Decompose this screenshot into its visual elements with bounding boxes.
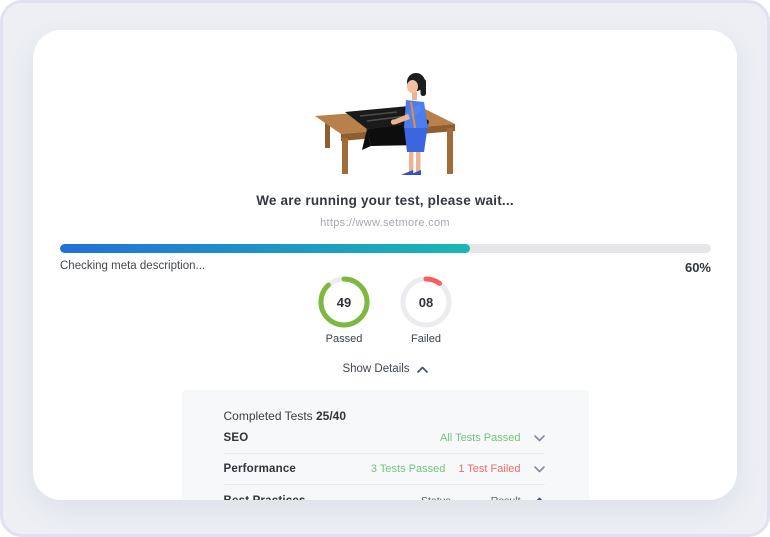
test-row-best-practices[interactable]: Best Practices Status Result	[224, 485, 545, 500]
chevron-down-icon[interactable]	[534, 435, 545, 442]
failed-label: Failed	[411, 333, 441, 345]
details-panel: Completed Tests 25/40 SEO All Tests Pass…	[182, 390, 589, 500]
failed-count: 08	[400, 276, 452, 328]
passed-count: 49	[318, 276, 370, 328]
show-details-label: Show Details	[342, 363, 409, 375]
page-title: We are running your test, please wait...	[33, 193, 737, 208]
main-card: We are running your test, please wait...…	[33, 30, 737, 500]
gauge-passed: 49 Passed	[313, 276, 375, 345]
completed-tests-count: 25/40	[316, 409, 346, 423]
progress-bar	[60, 244, 711, 253]
progress-fill	[60, 244, 470, 253]
row-failed-text: 1 Test Failed	[458, 463, 520, 475]
passed-ring-icon: 49	[318, 276, 370, 328]
progress-status-text: Checking meta description...	[60, 260, 205, 272]
test-row-performance[interactable]: Performance 3 Tests Passed 1 Test Failed	[224, 454, 545, 485]
result-gauges: 49 Passed 08 Failed	[33, 276, 737, 345]
chevron-down-icon[interactable]	[534, 466, 545, 473]
completed-tests-title: Completed Tests 25/40	[224, 409, 545, 423]
row-label: Best Practices	[224, 495, 306, 501]
row-label: Performance	[224, 463, 297, 475]
column-status: Status	[421, 495, 451, 501]
tested-url: https://www.setmore.com	[33, 217, 737, 229]
progress-status-row: Checking meta description... 60%	[60, 260, 711, 275]
passed-label: Passed	[326, 333, 363, 345]
column-result: Result	[491, 495, 521, 501]
chevron-up-icon[interactable]	[534, 497, 545, 500]
completed-tests-text: Completed Tests	[224, 409, 313, 423]
gauge-failed: 08 Failed	[395, 276, 457, 345]
failed-ring-icon: 08	[400, 276, 452, 328]
person-at-table-illustration-icon	[305, 52, 465, 176]
row-passed-text: All Tests Passed	[440, 432, 521, 444]
row-label: SEO	[224, 432, 249, 444]
row-passed-text: 3 Tests Passed	[371, 463, 445, 475]
chevron-up-icon	[417, 366, 428, 373]
progress-percent: 60%	[685, 260, 711, 275]
show-details-button[interactable]: Show Details	[342, 363, 427, 375]
illustration-person-at-table	[305, 52, 465, 176]
test-row-seo[interactable]: SEO All Tests Passed	[224, 423, 545, 454]
